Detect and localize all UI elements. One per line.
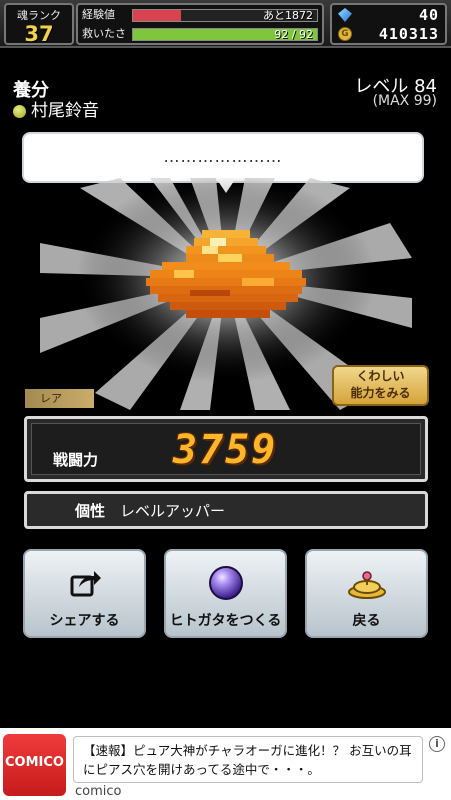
- stats-panel: 経験値 あと1872 救いたさ 92 / 92: [76, 3, 324, 45]
- create-hitogata-label: ヒトガタをつくる: [169, 613, 282, 629]
- coin-row: G 410313: [336, 25, 441, 43]
- resources-panel: 40 G 410313: [330, 3, 447, 45]
- comico-logo-text: COMICO: [5, 755, 64, 770]
- view-details-line2: 能力をみる: [350, 386, 411, 400]
- share-icon: [25, 565, 144, 601]
- gem-icon: [338, 8, 352, 22]
- share-label: シェアする: [49, 613, 120, 629]
- coin-icon: G: [338, 27, 352, 41]
- coin-count: 410313: [378, 25, 439, 43]
- info-icon[interactable]: i: [429, 736, 445, 752]
- orb-icon: [166, 565, 285, 601]
- trait-panel: 個性 レベルアッパー: [24, 491, 428, 529]
- saved-bar: 92 / 92: [132, 28, 318, 41]
- exp-bar-fill: [133, 10, 181, 21]
- power-panel: 戦闘力 3759: [24, 416, 428, 482]
- view-details-line1: くわしい: [356, 369, 405, 383]
- trait-label: 個性: [75, 502, 106, 520]
- gem-count: 40: [418, 6, 439, 24]
- exp-remaining: あと1872: [263, 9, 313, 22]
- rarity-tag: レア: [25, 389, 94, 408]
- trait-value: レベルアッパー: [120, 502, 226, 520]
- soul-rank: 魂ランク 37: [4, 3, 74, 45]
- exp-label: 経験値: [82, 8, 115, 21]
- power-label: 戦闘力: [53, 451, 99, 469]
- exp-row: 経験値 あと1872: [82, 7, 320, 23]
- saved-row: 救いたさ 92 / 92: [82, 26, 320, 42]
- gem-row: 40: [336, 6, 441, 24]
- item-level-max: (MAX 99): [372, 93, 437, 109]
- comico-logo[interactable]: COMICO: [3, 734, 66, 796]
- saved-value: 92 / 92: [274, 28, 313, 41]
- owner-orb-icon: [13, 105, 26, 118]
- back-button[interactable]: 戻る: [305, 549, 428, 638]
- owner-name: 村尾鈴音: [31, 101, 99, 121]
- back-label: 戻る: [352, 613, 381, 629]
- ad-message[interactable]: 【速報】ピュア大神がチャラオーガに進化！？ お互いの耳にピアス穴を開けあってる途…: [73, 736, 423, 783]
- speech-text: …………………: [163, 147, 283, 166]
- view-details-button[interactable]: くわしい 能力をみる: [332, 365, 429, 406]
- soul-rank-value: 37: [24, 22, 54, 46]
- speech-bubble: …………………: [22, 132, 424, 183]
- status-bar: 魂ランク 37 経験値 あと1872 救いたさ 92 / 92 40 G 410…: [0, 0, 451, 48]
- share-button[interactable]: シェアする: [23, 549, 146, 638]
- item-name: 養分: [13, 80, 49, 101]
- saved-label: 救いたさ: [82, 27, 126, 40]
- ad-brand: comico: [75, 784, 122, 799]
- soul-rank-label: 魂ランク: [17, 9, 61, 22]
- power-value: 3759: [173, 427, 278, 473]
- ad-banner[interactable]: COMICO 【速報】ピュア大神がチャラオーガに進化！？ お互いの耳にピアス穴を…: [0, 728, 451, 800]
- create-hitogata-button[interactable]: ヒトガタをつくる: [164, 549, 287, 638]
- treasure-icon: [307, 565, 426, 601]
- exp-bar: あと1872: [132, 9, 318, 22]
- ad-text: 【速報】ピュア大神がチャラオーガに進化！？ お互いの耳にピアス穴を開けあってる途…: [83, 743, 412, 777]
